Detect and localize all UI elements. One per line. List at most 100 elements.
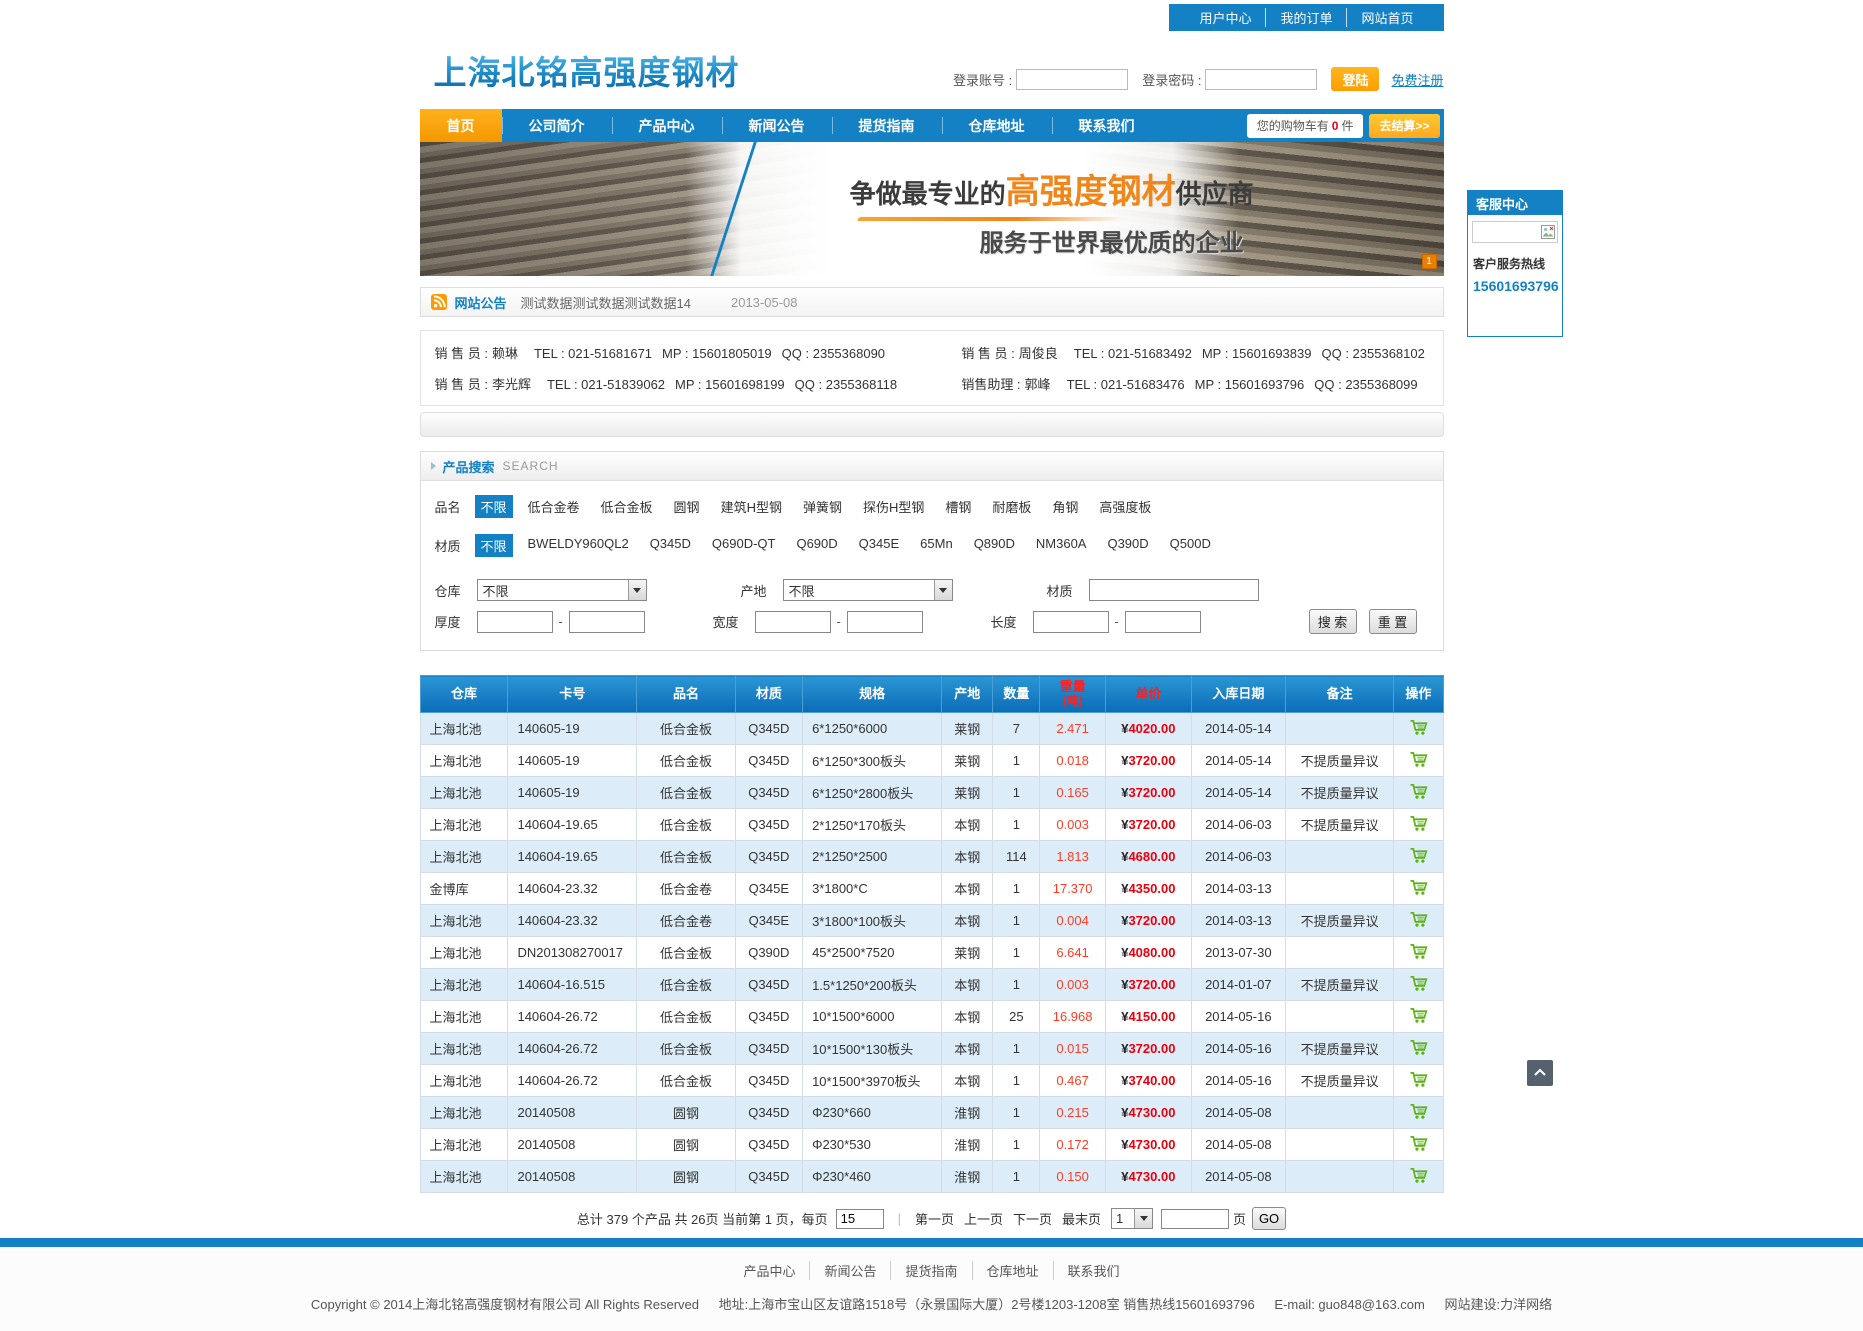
- filter-option[interactable]: BWELDY960QL2: [522, 534, 635, 557]
- cell-action: [1394, 969, 1443, 1001]
- add-to-cart-icon[interactable]: [1409, 975, 1428, 992]
- nav-item[interactable]: 公司简介: [502, 109, 612, 142]
- filter-option[interactable]: 耐磨板: [986, 495, 1037, 518]
- login-button[interactable]: 登陆: [1331, 67, 1379, 91]
- add-to-cart-icon[interactable]: [1409, 1071, 1428, 1088]
- page-select[interactable]: 1: [1111, 1208, 1153, 1229]
- nav-item[interactable]: 仓库地址: [942, 109, 1052, 142]
- cell-warehouse: 上海北池: [420, 1161, 508, 1193]
- cart-status[interactable]: 您的购物车有 0 件: [1247, 114, 1364, 138]
- cell-warehouse: 上海北池: [420, 1129, 508, 1161]
- add-to-cart-icon[interactable]: [1409, 783, 1428, 800]
- material-input[interactable]: [1089, 579, 1259, 601]
- search-button[interactable]: 搜 索: [1309, 609, 1357, 634]
- header: 上海北铭高强度钢材 登录账号 : 登录密码 : 登陆 免费注册: [420, 31, 1444, 109]
- add-to-cart-icon[interactable]: [1409, 847, 1428, 864]
- cell-origin: 本钢: [942, 1065, 993, 1097]
- footer-link[interactable]: 仓库地址: [972, 1261, 1053, 1280]
- add-to-cart-icon[interactable]: [1409, 751, 1428, 768]
- service-chat-strip[interactable]: [1472, 221, 1558, 243]
- goto-page-input[interactable]: [1161, 1209, 1229, 1229]
- filter-option[interactable]: NM360A: [1030, 534, 1093, 557]
- add-to-cart-icon[interactable]: [1409, 1039, 1428, 1056]
- cell-product-name: 低合金板: [637, 1033, 735, 1065]
- footer-link[interactable]: 产品中心: [729, 1261, 809, 1280]
- filter-option[interactable]: 低合金卷: [522, 495, 586, 518]
- filter-option[interactable]: 低合金板: [595, 495, 659, 518]
- nav-item[interactable]: 首页: [420, 109, 502, 142]
- filter-option[interactable]: 不限: [475, 495, 513, 518]
- topbar-link[interactable]: 我的订单: [1265, 8, 1346, 27]
- filter-option[interactable]: Q390D: [1101, 534, 1154, 557]
- cell-warehouse: 上海北池: [420, 937, 508, 969]
- filter-option[interactable]: 槽钢: [939, 495, 977, 518]
- filter-option[interactable]: Q345D: [644, 534, 697, 557]
- nav-item[interactable]: 提货指南: [832, 109, 942, 142]
- add-to-cart-icon[interactable]: [1409, 1135, 1428, 1152]
- footer-link[interactable]: 提货指南: [890, 1261, 971, 1280]
- section-arrow-icon: [431, 462, 436, 470]
- length-max-input[interactable]: [1125, 611, 1201, 633]
- nav-item[interactable]: 联系我们: [1052, 109, 1162, 142]
- sales-contact: 销 售 员 :李光辉TEL : 021-51839062MP : 1560169…: [435, 374, 962, 393]
- origin-select[interactable]: 不限: [783, 579, 953, 601]
- login-account-input[interactable]: [1016, 69, 1128, 90]
- filter-option[interactable]: Q690D-QT: [706, 534, 782, 557]
- add-to-cart-icon[interactable]: [1409, 1007, 1428, 1024]
- warehouse-label: 仓库: [435, 581, 477, 600]
- checkout-button[interactable]: 去结算>>: [1369, 114, 1439, 138]
- add-to-cart-icon[interactable]: [1409, 719, 1428, 736]
- notice-link[interactable]: 测试数据测试数据测试数据14: [521, 293, 691, 312]
- length-min-input[interactable]: [1033, 611, 1109, 633]
- reset-button[interactable]: 重 置: [1369, 609, 1417, 634]
- pagination-link[interactable]: 第一页: [915, 1212, 954, 1227]
- width-min-input[interactable]: [755, 611, 831, 633]
- main-nav: 首页公司简介产品中心新闻公告提货指南仓库地址联系我们 您的购物车有 0 件 去结…: [420, 109, 1444, 142]
- width-max-input[interactable]: [847, 611, 923, 633]
- add-to-cart-icon[interactable]: [1409, 815, 1428, 832]
- per-page-input[interactable]: [836, 1209, 884, 1229]
- add-to-cart-icon[interactable]: [1409, 1167, 1428, 1184]
- pagination-link[interactable]: 下一页: [1013, 1212, 1052, 1227]
- footer-link[interactable]: 新闻公告: [809, 1261, 890, 1280]
- cell-action: [1394, 1033, 1443, 1065]
- add-to-cart-icon[interactable]: [1409, 879, 1428, 896]
- pagination-link[interactable]: 最末页: [1062, 1212, 1101, 1227]
- filter-option[interactable]: 高强度板: [1093, 495, 1157, 518]
- pagination-link[interactable]: 上一页: [964, 1212, 1003, 1227]
- warehouse-select[interactable]: 不限: [477, 579, 647, 601]
- product-row: 上海北池 140605-19 低合金板 Q345D 6*1250*6000 莱钢…: [420, 713, 1443, 745]
- login-password-input[interactable]: [1205, 69, 1317, 90]
- add-to-cart-icon[interactable]: [1409, 943, 1428, 960]
- thickness-max-input[interactable]: [569, 611, 645, 633]
- cell-date: 2014-05-08: [1191, 1129, 1285, 1161]
- filter-option[interactable]: 角钢: [1046, 495, 1084, 518]
- filter-option[interactable]: 圆钢: [668, 495, 706, 518]
- cell-product-name: 低合金卷: [637, 873, 735, 905]
- filter-option[interactable]: Q500D: [1164, 534, 1217, 557]
- go-button[interactable]: GO: [1252, 1207, 1286, 1230]
- dropdown-arrow-icon: [628, 580, 646, 600]
- thickness-min-input[interactable]: [477, 611, 553, 633]
- filter-option[interactable]: 探伤H型钢: [857, 495, 930, 518]
- filter-option[interactable]: 不限: [475, 534, 513, 557]
- nav-item[interactable]: 新闻公告: [722, 109, 832, 142]
- topbar-link[interactable]: 网站首页: [1346, 8, 1427, 27]
- banner-slide-indicator[interactable]: 1: [1422, 254, 1437, 269]
- filter-option[interactable]: 弹簧钢: [797, 495, 848, 518]
- nav-item[interactable]: 产品中心: [612, 109, 722, 142]
- cell-weight: 17.370: [1040, 873, 1105, 905]
- filter-option[interactable]: Q890D: [968, 534, 1021, 557]
- topbar-link[interactable]: 用户中心: [1185, 8, 1265, 27]
- table-header-cell: 规格: [803, 676, 942, 713]
- add-to-cart-icon[interactable]: [1409, 911, 1428, 928]
- filter-option[interactable]: 建筑H型钢: [715, 495, 788, 518]
- filter-option[interactable]: Q690D: [790, 534, 843, 557]
- footer-link[interactable]: 联系我们: [1053, 1261, 1134, 1280]
- add-to-cart-icon[interactable]: [1409, 1103, 1428, 1120]
- filter-option[interactable]: 65Mn: [914, 534, 959, 557]
- register-link[interactable]: 免费注册: [1391, 70, 1443, 89]
- back-to-top-button[interactable]: [1527, 1060, 1553, 1086]
- dropdown-arrow-icon: [1134, 1209, 1152, 1228]
- filter-option[interactable]: Q345E: [853, 534, 905, 557]
